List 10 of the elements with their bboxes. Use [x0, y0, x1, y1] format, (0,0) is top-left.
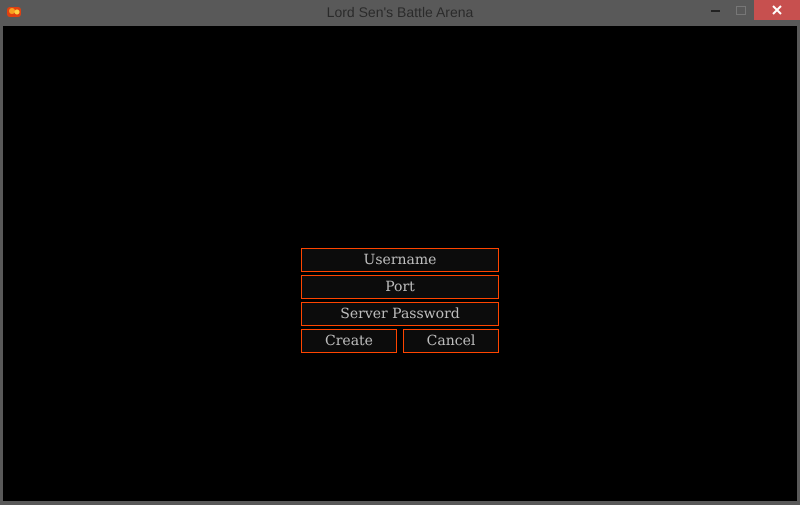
maximize-icon: [736, 6, 746, 14]
input-field[interactable]: Server Password: [301, 302, 499, 326]
action-button[interactable]: Create: [301, 329, 397, 353]
minimize-icon: [710, 8, 720, 12]
close-icon: [772, 5, 782, 15]
input-field[interactable]: Port: [301, 275, 499, 299]
app-icon: [6, 4, 22, 18]
action-button[interactable]: Cancel: [403, 329, 499, 353]
input-field[interactable]: Username: [301, 248, 499, 272]
close-button[interactable]: [754, 0, 800, 20]
